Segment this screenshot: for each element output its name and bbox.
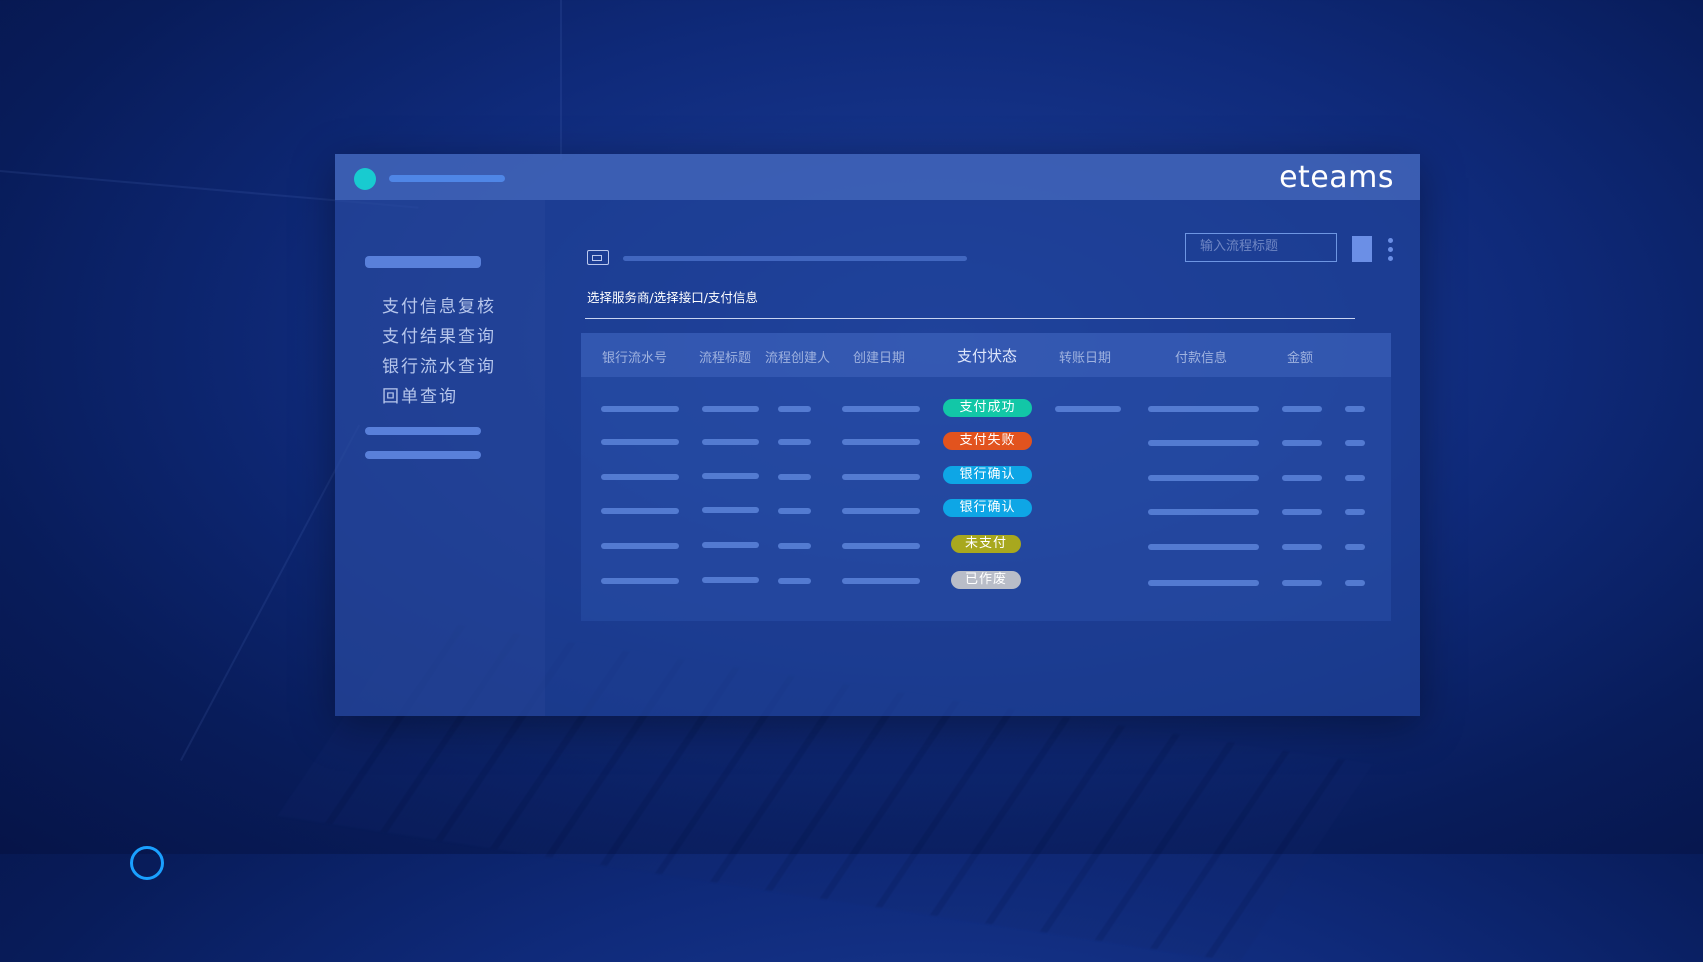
status-badge: 未支付 xyxy=(951,535,1021,553)
sidebar-item-payment-result[interactable]: 支付结果查询 xyxy=(382,322,496,347)
table-cell-placeholder xyxy=(702,577,759,583)
table-cell-placeholder xyxy=(842,578,920,584)
table-cell-placeholder xyxy=(1345,580,1365,586)
table-cell-placeholder xyxy=(1345,475,1365,481)
sidebar-placeholder-bar xyxy=(365,427,481,435)
table-cell-placeholder xyxy=(842,543,920,549)
table-cell-placeholder xyxy=(778,406,811,412)
table-cell-placeholder xyxy=(778,474,811,480)
table-cell-placeholder xyxy=(601,578,679,584)
table-cell-placeholder xyxy=(1282,580,1322,586)
table-cell-placeholder xyxy=(1345,509,1365,515)
table-cell-placeholder xyxy=(702,406,759,412)
breadcrumb[interactable]: 选择服务商/选择接口/支付信息 xyxy=(587,287,758,306)
table-cell-placeholder xyxy=(1345,406,1365,412)
table-cell-placeholder xyxy=(1055,406,1121,412)
sidebar: 支付信息复核 支付结果查询 银行流水查询 回单查询 xyxy=(335,200,545,716)
status-badge: 支付失败 xyxy=(943,432,1032,450)
column-header-payment-info[interactable]: 付款信息 xyxy=(1175,347,1227,366)
app-status-dot-icon xyxy=(354,168,376,190)
table-cell-placeholder xyxy=(778,508,811,514)
table-cell-placeholder xyxy=(1282,406,1322,412)
table-cell-placeholder xyxy=(842,474,920,480)
eteams-logo: eteams xyxy=(1279,160,1394,195)
action-button[interactable] xyxy=(1352,236,1372,262)
table-cell-placeholder xyxy=(1148,406,1259,412)
breadcrumb-divider xyxy=(585,318,1355,319)
table-cell-placeholder xyxy=(1148,580,1259,586)
column-header-bank-serial[interactable]: 银行流水号 xyxy=(602,347,667,366)
table-cell-placeholder xyxy=(1345,544,1365,550)
document-icon xyxy=(587,250,609,265)
column-header-payment-status[interactable]: 支付状态 xyxy=(957,345,1017,366)
table-cell-placeholder xyxy=(842,406,920,412)
table-cell-placeholder xyxy=(1282,509,1322,515)
search-input[interactable]: 输入流程标题 xyxy=(1185,233,1337,262)
table-cell-placeholder xyxy=(842,508,920,514)
column-header-creator[interactable]: 流程创建人 xyxy=(765,347,830,366)
table-cell-placeholder xyxy=(702,542,759,548)
background-line xyxy=(560,0,562,160)
main-content: 输入流程标题 选择服务商/选择接口/支付信息 银行流水号 流程标题 流程创建人 … xyxy=(545,200,1420,716)
table-cell-placeholder xyxy=(1148,475,1259,481)
table-cell-placeholder xyxy=(702,507,759,513)
table-cell-placeholder xyxy=(1148,440,1259,446)
sidebar-item-payment-review[interactable]: 支付信息复核 xyxy=(382,292,496,317)
table-cell-placeholder xyxy=(702,473,759,479)
more-vertical-icon[interactable] xyxy=(1388,238,1393,262)
app-window: eteams 支付信息复核 支付结果查询 银行流水查询 回单查询 输入流程标题 … xyxy=(335,154,1420,716)
column-header-create-date[interactable]: 创建日期 xyxy=(853,347,905,366)
sidebar-item-receipt-query[interactable]: 回单查询 xyxy=(382,382,458,407)
table-cell-placeholder xyxy=(601,508,679,514)
table-cell-placeholder xyxy=(601,439,679,445)
sidebar-item-bank-statement[interactable]: 银行流水查询 xyxy=(382,352,496,377)
title-placeholder-bar xyxy=(389,175,505,182)
table-cell-placeholder xyxy=(601,474,679,480)
background-line xyxy=(180,424,361,761)
table-cell-placeholder xyxy=(778,543,811,549)
table-cell-placeholder xyxy=(1282,544,1322,550)
sidebar-heading-bar xyxy=(365,256,481,268)
table-header: 银行流水号 流程标题 流程创建人 创建日期 支付状态 转账日期 付款信息 金额 xyxy=(581,333,1391,377)
sidebar-placeholder-bar xyxy=(365,451,481,459)
column-header-flow-title[interactable]: 流程标题 xyxy=(699,347,751,366)
table-cell-placeholder xyxy=(842,439,920,445)
status-badge: 已作废 xyxy=(951,571,1021,589)
column-header-amount[interactable]: 金额 xyxy=(1287,347,1313,366)
payment-table: 银行流水号 流程标题 流程创建人 创建日期 支付状态 转账日期 付款信息 金额 … xyxy=(581,333,1391,621)
table-cell-placeholder xyxy=(778,439,811,445)
table-cell-placeholder xyxy=(1282,440,1322,446)
table-cell-placeholder xyxy=(1282,475,1322,481)
table-cell-placeholder xyxy=(601,406,679,412)
table-cell-placeholder xyxy=(1148,509,1259,515)
table-cell-placeholder xyxy=(1345,440,1365,446)
title-bar: eteams xyxy=(335,154,1420,200)
status-badge: 银行确认 xyxy=(943,499,1032,517)
circle-icon xyxy=(130,846,164,880)
status-badge: 银行确认 xyxy=(943,466,1032,484)
table-cell-placeholder xyxy=(1148,544,1259,550)
status-badge: 支付成功 xyxy=(943,399,1032,417)
table-cell-placeholder xyxy=(778,578,811,584)
table-cell-placeholder xyxy=(702,439,759,445)
column-header-transfer-date[interactable]: 转账日期 xyxy=(1059,347,1111,366)
table-cell-placeholder xyxy=(601,543,679,549)
page-title-placeholder-bar xyxy=(623,256,967,261)
